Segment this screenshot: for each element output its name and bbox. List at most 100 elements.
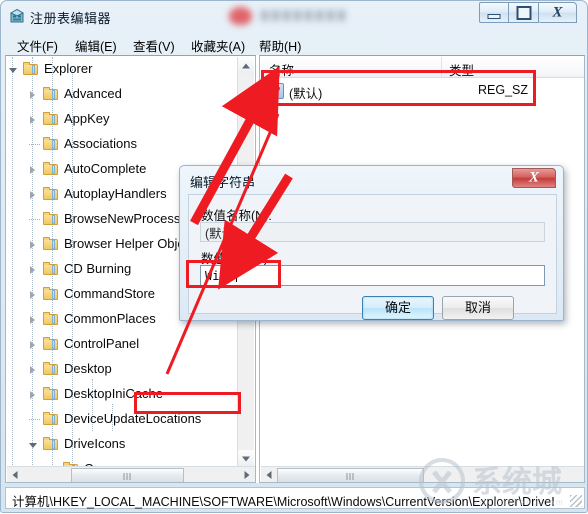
tree-item-label: CommonPlaces [64,311,156,326]
tree-connector [29,419,40,420]
regedit-window: 注册表编辑器 X 文件(F) 编辑(E) 查看(V) 收藏夹(A) 帮助(H) [0,0,588,513]
close-icon: X [552,4,563,20]
tree-item-label: DriveIcons [64,436,126,451]
chevron-right-icon[interactable] [29,91,38,100]
table-row[interactable]: (默认) REG_SZ [261,78,584,105]
close-button[interactable]: X [539,2,577,23]
chevron-right-icon[interactable] [29,291,38,300]
tree-item-desktop[interactable]: Desktop [7,357,239,382]
chevron-right-icon[interactable] [29,266,38,275]
folder-icon [43,437,59,451]
tree-scroll-down-button[interactable] [238,450,254,467]
chevron-right-icon[interactable] [29,316,38,325]
string-value-icon [268,83,284,99]
tree-item-label: AutoplayHandlers [64,186,167,201]
list-header: 名称 类型 [261,57,584,78]
dialog-body: 数值名称(N): 数值数据(V): 确定 取消 [188,194,557,320]
title-bar: 注册表编辑器 X [1,1,588,32]
tree-item-driveicons[interactable]: DriveIcons [7,432,239,457]
folder-icon [43,287,59,301]
ok-button[interactable]: 确定 [362,296,434,320]
tree-item-label: CD Burning [64,261,132,276]
folder-icon [43,412,59,426]
tree-scroll-left-button[interactable] [7,467,23,482]
tree-item-advanced[interactable]: Advanced [7,82,239,107]
tree-horizontal-scrollbar[interactable] [7,466,255,482]
folder-icon [43,362,59,376]
tree-item-deviceupdatelocations[interactable]: DeviceUpdateLocations [7,407,239,432]
regedit-icon [9,8,25,23]
chevron-down-icon[interactable] [9,66,18,75]
folder-icon [23,62,39,76]
tree-item-label: DeviceUpdateLocations [64,411,202,426]
cancel-button[interactable]: 取消 [442,296,514,320]
tree-item-label: BrowseNewProcess [64,211,181,226]
dialog-close-button[interactable]: X [512,168,556,188]
close-icon: X [528,169,540,186]
chevron-right-icon[interactable] [29,166,38,175]
menu-item-view[interactable]: 查看(V) [129,35,179,56]
tree-item-label: ControlPanel [64,336,140,351]
chevron-right-icon[interactable] [29,341,38,350]
menu-item-favorites[interactable]: 收藏夹(A) [187,35,249,56]
chevron-right-icon[interactable] [29,191,38,200]
list-hscroll-thumb[interactable] [277,468,424,482]
chevron-down-icon[interactable] [29,441,38,450]
edit-string-dialog: 编辑字符串 X 数值名称(N): 数值数据(V): 确定 取消 [179,165,564,321]
tree-hscroll-thumb[interactable] [71,468,184,482]
folder-icon [43,162,59,176]
folder-icon [43,387,59,401]
value-name-input[interactable] [200,222,545,242]
tree-item-label: CommandStore [64,286,156,301]
tree-item-desktopinicache[interactable]: DesktopIniCache [7,382,239,407]
text-caret [236,268,237,282]
chevron-right-icon[interactable] [29,241,38,250]
tree-item-label: Advanced [64,86,122,101]
window-title: 注册表编辑器 [30,11,112,26]
folder-icon [43,137,59,151]
tree-connector [29,219,40,220]
list-horizontal-scrollbar[interactable] [261,466,584,482]
tree-item-explorer[interactable]: Explorer [7,57,239,82]
tree-connector [29,144,40,145]
tree-item-associations[interactable]: Associations [7,132,239,157]
tree-item-label: DesktopIniCache [64,386,163,401]
tree-item-label: Associations [64,136,137,151]
value-type-cell: REG_SZ [478,83,529,97]
tree-scroll-up-button[interactable] [238,57,254,74]
tree-item-appkey[interactable]: AppKey [7,107,239,132]
folder-icon [43,337,59,351]
folder-icon [43,87,59,101]
minimize-button[interactable] [479,2,509,23]
chevron-right-icon[interactable] [29,391,38,400]
menu-bar: 文件(F) 编辑(E) 查看(V) 收藏夹(A) 帮助(H) [5,32,585,54]
menu-item-file[interactable]: 文件(F) [13,35,62,56]
folder-icon [43,112,59,126]
menu-item-help[interactable]: 帮助(H) [255,35,305,56]
column-header-name[interactable]: 名称 [269,60,294,79]
tree-item-label: AppKey [64,111,110,126]
folder-icon [43,187,59,201]
tree-item-label: Explorer [44,61,93,76]
maximize-button[interactable] [509,2,539,23]
value-data-input[interactable] [200,265,545,286]
tree-item-label: AutoComplete [64,161,147,176]
chevron-right-icon[interactable] [29,366,38,375]
tree-scroll-right-button[interactable] [239,467,255,482]
menu-item-edit[interactable]: 编辑(E) [71,35,121,56]
folder-icon [43,237,59,251]
list-scroll-left-button[interactable] [261,467,277,482]
dialog-title: 编辑字符串 [190,175,256,190]
registry-path: 计算机\HKEY_LOCAL_MACHINE\SOFTWARE\Microsof… [12,495,555,509]
folder-icon [43,312,59,326]
tree-item-label: Desktop [64,361,112,376]
status-bar: 计算机\HKEY_LOCAL_MACHINE\SOFTWARE\Microsof… [5,487,585,509]
tree-item-controlpanel[interactable]: ControlPanel [7,332,239,357]
value-name-cell: (默认) [289,87,323,101]
folder-icon [43,212,59,226]
folder-icon [43,262,59,276]
column-header-type[interactable]: 类型 [449,60,474,79]
title-watermark-blur [223,5,363,27]
resize-grip[interactable] [570,495,582,507]
chevron-right-icon[interactable] [29,116,38,125]
